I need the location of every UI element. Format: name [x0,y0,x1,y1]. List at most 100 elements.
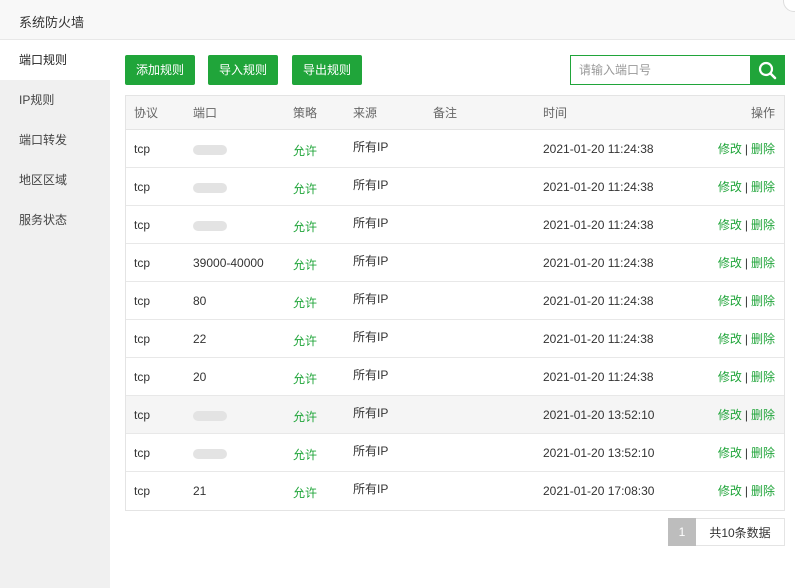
header-source: 来源 [353,106,378,120]
source-cell: 所有IP [353,330,389,344]
total-count: 共10条数据 [696,518,785,546]
edit-link[interactable]: 修改 [718,180,742,194]
source-cell: 所有IP [353,178,389,192]
port-value: 20 [193,370,207,384]
edit-link[interactable]: 修改 [718,294,742,308]
ops-separator: | [744,332,748,346]
ops-separator: | [744,218,748,232]
delete-link[interactable]: 删除 [751,484,775,498]
ops-separator: | [744,370,748,384]
source-cell: 所有IP [353,368,389,382]
edit-link[interactable]: 修改 [718,218,742,232]
import-rules-button[interactable]: 导入规则 [208,55,278,85]
source-cell: 所有IP [353,406,389,420]
protocol-cell: tcp [134,294,151,308]
header-port: 端口 [193,106,218,120]
edit-link[interactable]: 修改 [718,332,742,346]
source-cell: 所有IP [353,482,389,496]
protocol-cell: tcp [134,332,151,346]
strategy-cell: 允许 [293,372,318,386]
time-cell: 2021-01-20 11:24:38 [543,256,654,270]
delete-link[interactable]: 删除 [751,446,775,460]
edit-link[interactable]: 修改 [718,142,742,156]
source-cell: 所有IP [353,444,389,458]
table-row: tcp 22 允许 所有IP 2021-01-20 11:24:38 修改 | 删除 [126,320,784,358]
ops-cell: 修改 | 删除 [718,472,775,510]
search-button[interactable] [750,55,785,85]
delete-link[interactable]: 删除 [751,256,775,270]
port-redacted [193,182,227,193]
header-ops: 操作 [750,106,775,120]
time-cell: 2021-01-20 11:24:38 [543,332,654,346]
port-cell [193,206,227,243]
sidebar-item-service-status[interactable]: 服务状态 [0,200,110,240]
table-row: tcp 允许 所有IP 2021-01-20 11:24:38 修改 | 删除 [126,206,784,244]
source-cell: 所有IP [353,254,389,268]
source-cell: 所有IP [353,216,389,230]
strategy-cell: 允许 [293,486,318,500]
header-time: 时间 [543,106,568,120]
header-protocol: 协议 [134,106,159,120]
port-value: 22 [193,332,207,346]
ops-cell: 修改 | 删除 [718,358,775,395]
ops-cell: 修改 | 删除 [718,130,775,167]
table-row: tcp 20 允许 所有IP 2021-01-20 11:24:38 修改 | 删除 [126,358,784,396]
time-cell: 2021-01-20 13:52:10 [543,446,655,460]
sidebar-item-port-rules[interactable]: 端口规则 [0,40,110,80]
page-1-button[interactable]: 1 [668,518,696,546]
sidebar-item-ip-rules[interactable]: IP规则 [0,80,110,120]
protocol-cell: tcp [134,180,151,194]
delete-link[interactable]: 删除 [751,142,775,156]
time-cell: 2021-01-20 11:24:38 [543,370,654,384]
time-cell: 2021-01-20 11:24:38 [543,142,654,156]
strategy-cell: 允许 [293,296,318,310]
header-strategy: 策略 [293,106,318,120]
port-redacted [193,448,227,459]
edit-link[interactable]: 修改 [718,408,742,422]
edit-link[interactable]: 修改 [718,446,742,460]
delete-link[interactable]: 删除 [751,294,775,308]
table-row: tcp 允许 所有IP 2021-01-20 11:24:38 修改 | 删除 [126,168,784,206]
strategy-cell: 允许 [293,144,318,158]
ops-cell: 修改 | 删除 [718,206,775,243]
table-row: tcp 39000-40000 允许 所有IP 2021-01-20 11:24:38 修… [126,244,784,282]
ops-separator: | [744,142,748,156]
ops-cell: 修改 | 删除 [718,244,775,281]
time-cell: 2021-01-20 13:52:10 [543,408,655,422]
protocol-cell: tcp [134,370,151,384]
protocol-cell: tcp [134,484,151,498]
edit-link[interactable]: 修改 [718,370,742,384]
ops-separator: | [744,256,748,270]
delete-link[interactable]: 删除 [751,180,775,194]
strategy-cell: 允许 [293,220,318,234]
edit-link[interactable]: 修改 [718,256,742,270]
table-row: tcp 允许 所有IP 2021-01-20 11:24:38 修改 | 删除 [126,130,784,168]
search-box [570,55,785,85]
table-row: tcp 允许 所有IP 2021-01-20 13:52:10 修改 | 删除 [126,434,784,472]
delete-link[interactable]: 删除 [751,332,775,346]
edit-link[interactable]: 修改 [718,484,742,498]
port-cell [193,168,227,205]
strategy-cell: 允许 [293,410,318,424]
port-value: 39000-40000 [193,256,264,270]
delete-link[interactable]: 删除 [751,408,775,422]
delete-link[interactable]: 删除 [751,218,775,232]
main-content: 添加规则 导入规则 导出规则 协议 端口 策略 来源 备注 时间 操作 tcp 允… [110,40,795,588]
ops-separator: | [744,408,748,422]
protocol-cell: tcp [134,256,151,270]
delete-link[interactable]: 删除 [751,370,775,384]
close-button[interactable] [783,0,795,12]
ops-separator: | [744,294,748,308]
port-cell: 39000-40000 [193,244,264,281]
sidebar-item-port-forwarding[interactable]: 端口转发 [0,120,110,160]
time-cell: 2021-01-20 11:24:38 [543,218,654,232]
port-redacted [193,144,227,155]
protocol-cell: tcp [134,142,151,156]
port-search-input[interactable] [570,55,751,85]
strategy-cell: 允许 [293,448,318,462]
table-header: 协议 端口 策略 来源 备注 时间 操作 [126,96,784,130]
sidebar-item-region[interactable]: 地区区域 [0,160,110,200]
sidebar: 端口规则 IP规则 端口转发 地区区域 服务状态 [0,40,110,588]
export-rules-button[interactable]: 导出规则 [292,55,362,85]
add-rule-button[interactable]: 添加规则 [125,55,195,85]
